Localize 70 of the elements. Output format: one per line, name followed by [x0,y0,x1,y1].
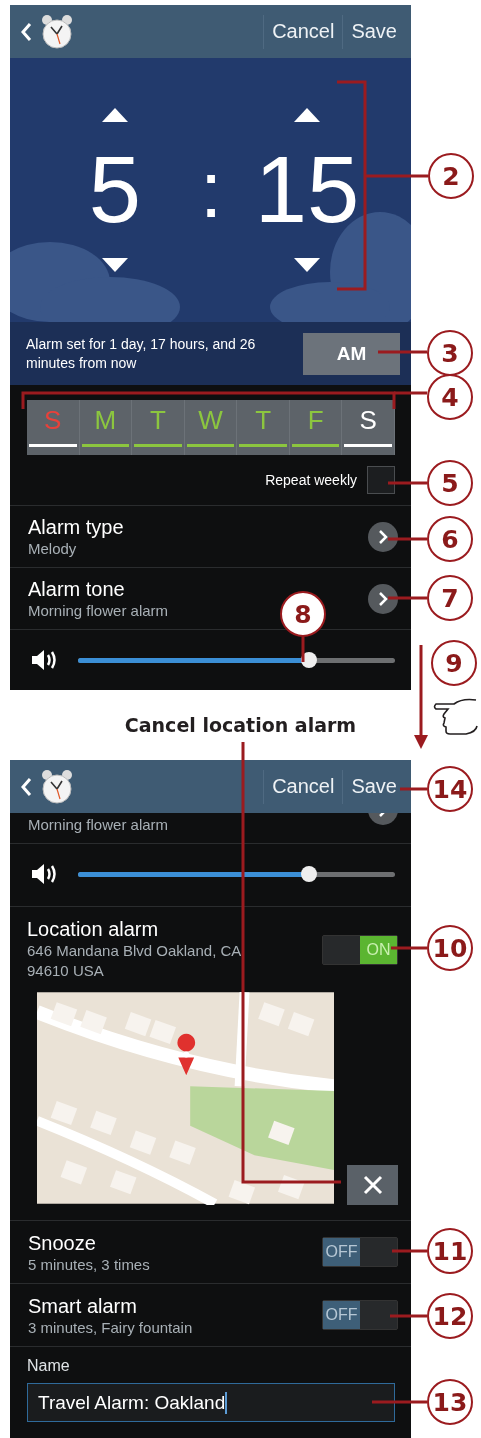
time-separator: : [200,144,222,236]
leader-line [365,174,428,178]
leader-line [388,481,427,485]
leader-line [391,946,427,950]
speaker-icon [30,862,58,886]
leader-line [372,1400,427,1404]
up-arrow-icon[interactable] [294,108,320,122]
am-pm-button[interactable]: AM [303,332,400,375]
alarm-clock-icon [40,768,74,805]
step-number: 4 [427,374,473,420]
setting-value: 3 minutes, Fairy fountain [28,1317,193,1337]
leader-line [301,637,305,662]
setting-value: 5 minutes, 3 times [28,1254,150,1274]
step-number: 12 [427,1293,473,1339]
day-toggle[interactable]: S [342,400,396,455]
slider-thumb[interactable] [301,866,318,882]
leader-line [400,787,427,791]
speaker-icon [30,648,58,672]
repeat-weekly-label: Repeat weekly [265,472,357,488]
chevron-button-icon[interactable] [368,521,398,552]
volume-slider[interactable] [78,652,395,668]
step-number: 14 [427,766,473,812]
step-number: 5 [427,460,473,506]
close-icon [362,1175,383,1195]
toggle-switch[interactable]: OFF [322,1237,398,1267]
setting-value: Morning flower alarm [28,815,170,834]
setting-title[interactable]: Alarm type [28,515,124,539]
close-button[interactable] [347,1165,398,1205]
step-number: 9 [431,640,477,686]
back-icon[interactable] [20,21,32,42]
caption-text: Cancel location alarm [124,713,357,738]
hour-value[interactable]: 5 [88,130,142,250]
back-icon[interactable] [20,776,32,797]
step-number: 3 [427,330,473,376]
setting-value: Morning flower alarm [28,601,169,620]
leader-line [378,350,427,354]
leader-line [388,537,427,541]
step-number: 6 [427,516,473,562]
cancel-button[interactable]: Cancel [264,775,343,798]
setting-value: Melody [28,539,77,558]
step-number: 11 [427,1228,473,1274]
down-arrow-icon[interactable] [294,258,320,272]
toggle-switch[interactable]: OFF [322,1300,398,1330]
alarm-clock-icon [40,13,74,50]
step-number: 13 [427,1379,473,1425]
save-button[interactable]: Save [343,775,405,798]
minute-value[interactable]: 15 [254,130,360,250]
cancel-button[interactable]: Cancel [264,20,343,43]
setting-title[interactable]: Snooze [28,1230,96,1255]
setting-title[interactable]: Smart alarm [28,1293,137,1318]
step-number: 7 [427,575,473,621]
leader-line [390,1314,427,1318]
down-arrow-icon[interactable] [102,258,128,272]
volume-slider[interactable] [78,866,395,882]
repeat-checkbox[interactable] [367,466,395,494]
address-text: 646 Mandana Blvd Oakland, CA 94610 USA [27,941,242,981]
name-label: Name [27,1357,71,1375]
setting-title[interactable]: Alarm tone [28,577,125,601]
save-button[interactable]: Save [343,20,405,43]
leader-line [394,391,427,395]
step-number: 10 [427,925,473,971]
alarm-info-text: Alarm set for 1 day, 17 hours, and 26 minutes from now [26,334,257,373]
up-arrow-icon[interactable] [102,108,128,122]
setting-title[interactable]: Location alarm [27,917,159,941]
step-number: 2 [428,153,474,199]
slider-thumb[interactable] [301,652,318,668]
name-input-field[interactable]: Travel Alarm: Oakland [27,1383,395,1422]
leader-line [388,596,427,600]
chevron-button-icon[interactable] [368,583,398,614]
leader-line [392,1249,427,1253]
